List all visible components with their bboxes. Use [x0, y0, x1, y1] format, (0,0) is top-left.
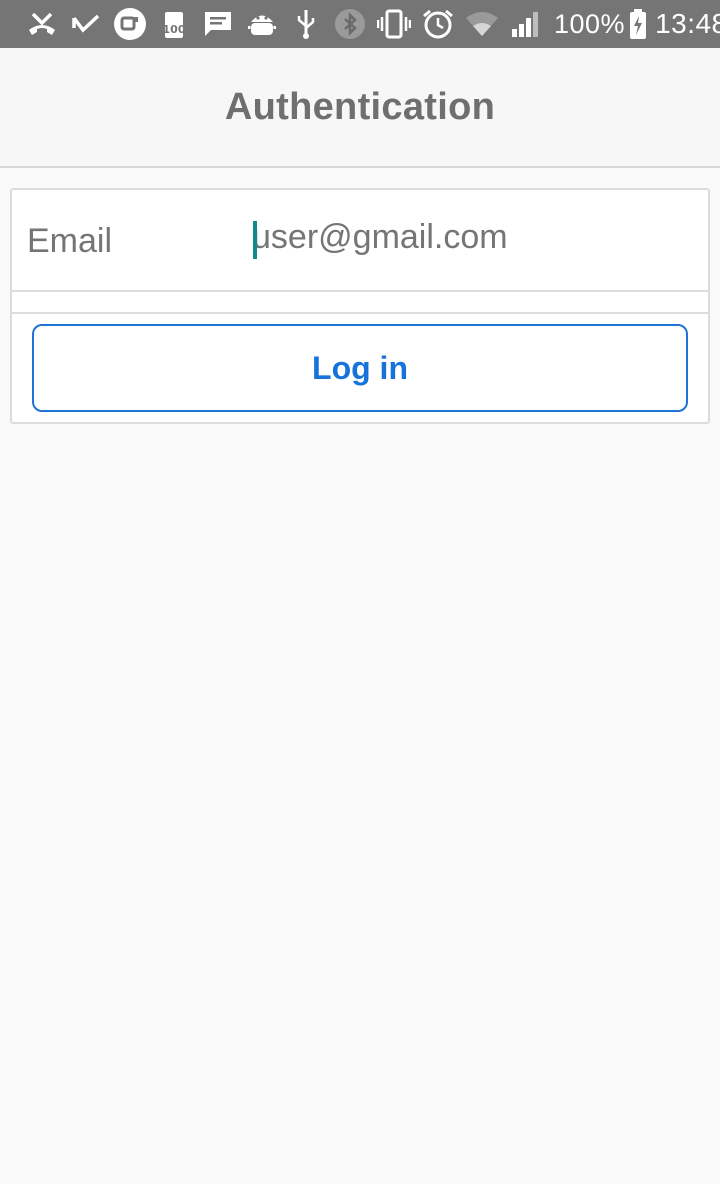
divider-row [12, 292, 708, 314]
missed-call-icon [20, 0, 64, 48]
call-received-icon [64, 0, 108, 48]
android-debug-icon [240, 0, 284, 48]
svg-text:100: 100 [163, 23, 186, 36]
usb-icon [284, 0, 328, 48]
vibrate-icon [372, 0, 416, 48]
text-cursor [253, 221, 257, 259]
status-bar: 100 100% 13:48 [0, 0, 720, 48]
alarm-icon [416, 0, 460, 48]
battery-charging-icon [625, 0, 651, 48]
clock: 13:48 [655, 8, 720, 39]
bluetooth-icon [328, 0, 372, 48]
page-title: Authentication [224, 85, 496, 128]
vpn-key-icon [108, 0, 152, 48]
email-row: Email [12, 190, 708, 292]
login-button[interactable]: Log in [32, 324, 688, 412]
status-right: 100% 13:48 [548, 0, 720, 48]
cell-signal-icon [504, 0, 548, 48]
notification-icons: 100 [20, 0, 548, 48]
wifi-icon [460, 0, 504, 48]
login-card: Email Log in [10, 188, 710, 424]
battery-percent: 100% [554, 8, 626, 39]
storage-100-icon: 100 [152, 0, 196, 48]
email-field[interactable] [252, 212, 692, 262]
app-header: Authentication [0, 48, 720, 168]
email-label: Email [27, 222, 113, 260]
message-icon [196, 0, 240, 48]
